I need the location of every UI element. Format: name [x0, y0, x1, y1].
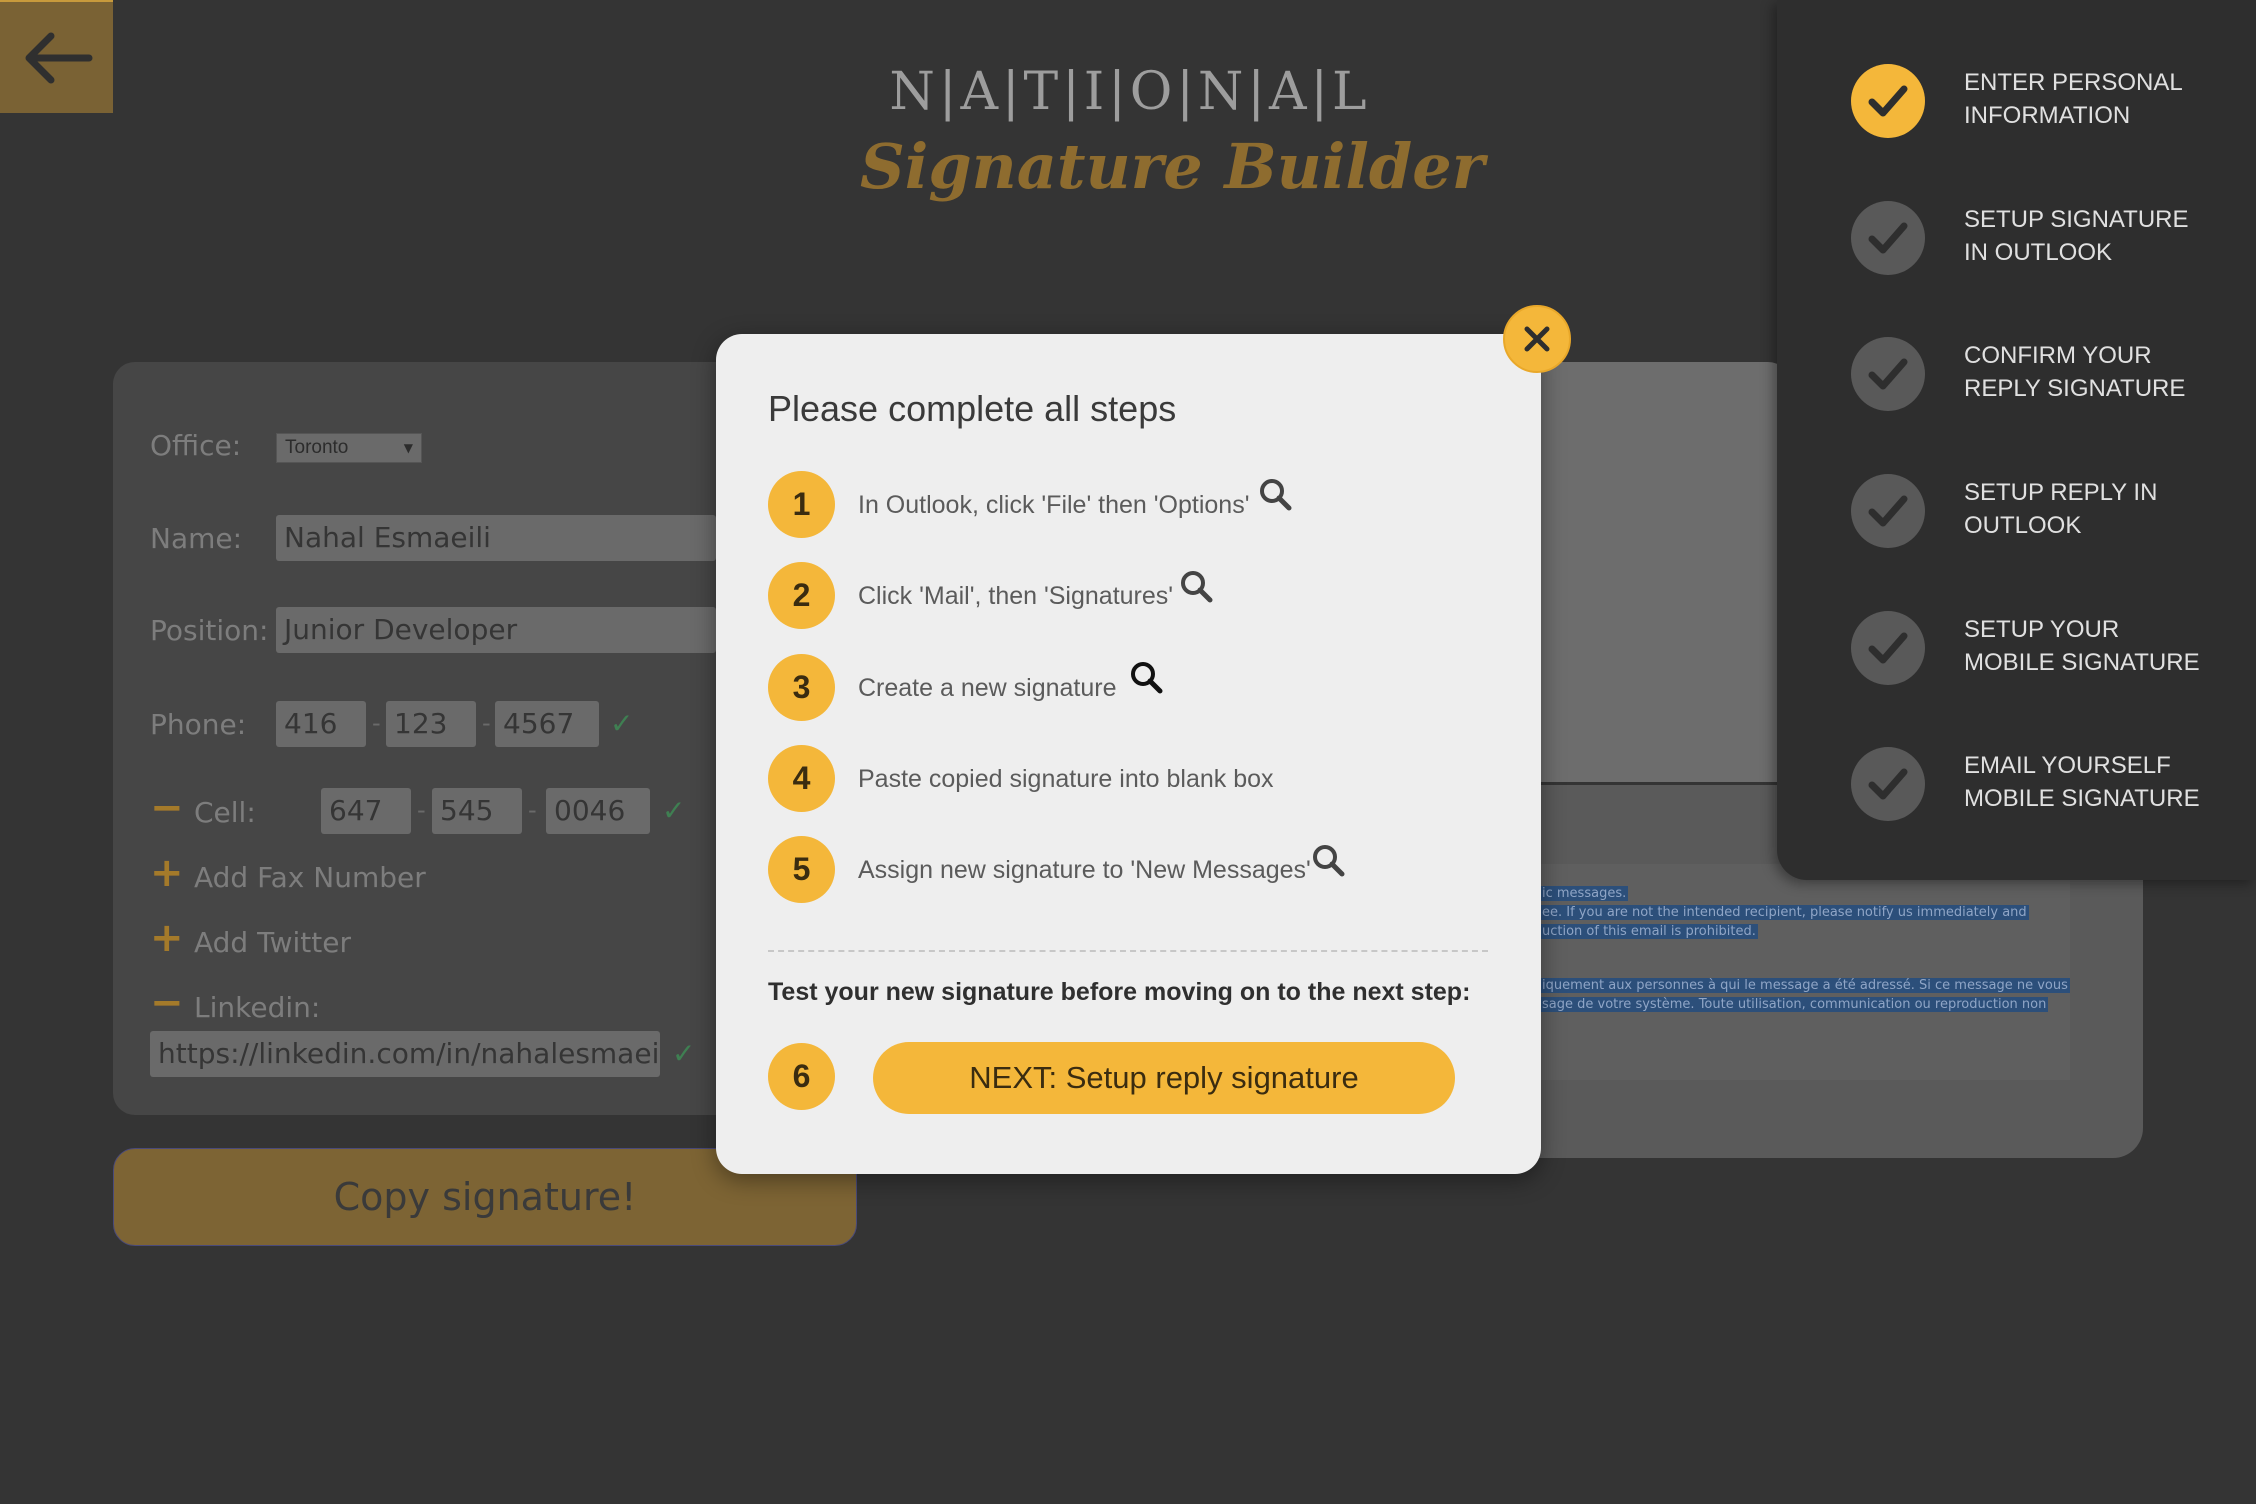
step-number-5: 5 — [768, 836, 835, 903]
step-check-icon — [1851, 201, 1925, 275]
sidebar-step-label: EMAIL YOURSELF MOBILE SIGNATURE — [1964, 752, 2200, 812]
step-check-icon — [1851, 337, 1925, 411]
phone-separator: - — [372, 709, 381, 737]
cell-area-input[interactable]: 647 — [321, 788, 411, 834]
phone-separator: - — [482, 709, 491, 737]
close-icon — [1524, 326, 1550, 352]
sidebar-step-label: CONFIRM YOUR REPLY SIGNATURE — [1964, 342, 2186, 402]
disclaimer-line: ee. If you are not the intended recipien… — [1540, 905, 2029, 920]
sidebar-step-label: SETUP SIGNATURE IN OUTLOOK — [1964, 206, 2189, 266]
position-input[interactable]: Junior Developer — [276, 607, 716, 653]
cell-separator: - — [417, 796, 426, 824]
disclaimer-line: uction of this email is prohibited. — [1540, 924, 1758, 939]
copy-signature-label: Copy signature! — [333, 1175, 637, 1219]
add-twitter-icon[interactable]: + — [150, 915, 184, 961]
cell-line-input[interactable]: 0046 — [546, 788, 650, 834]
step-check-icon — [1851, 747, 1925, 821]
step-number-1: 1 — [768, 471, 835, 538]
sidebar-step-label: ENTER PERSONAL INFORMATION — [1964, 69, 2183, 129]
modal-title: Please complete all steps — [768, 388, 1177, 429]
phone-valid-check-icon: ✓ — [610, 707, 634, 740]
arrow-left-icon — [25, 32, 92, 83]
add-twitter-link[interactable]: Add Twitter — [194, 926, 351, 959]
step-check-icon — [1851, 611, 1925, 685]
step-text-4: Paste copied signature into blank box — [858, 765, 1274, 793]
sidebar-step-5[interactable]: SETUP YOUR MOBILE SIGNATURE — [1777, 603, 2256, 693]
office-select-value: Toronto — [285, 437, 349, 458]
next-setup-reply-button[interactable]: NEXT: Setup reply signature — [873, 1042, 1455, 1114]
close-modal-button[interactable] — [1503, 305, 1571, 373]
name-label: Name: — [150, 522, 243, 555]
sidebar-step-1[interactable]: ENTER PERSONAL INFORMATION — [1777, 56, 2256, 146]
office-select[interactable]: Toronto ▼ — [276, 433, 422, 463]
remove-cell-icon[interactable]: − — [150, 785, 184, 831]
search-icon[interactable] — [1258, 477, 1292, 511]
step-number-6: 6 — [768, 1043, 835, 1110]
chevron-down-icon: ▼ — [403, 441, 413, 455]
phone-line-input[interactable]: 4567 — [495, 701, 599, 747]
remove-linkedin-icon[interactable]: − — [150, 980, 184, 1026]
phone-prefix-input[interactable]: 123 — [386, 701, 476, 747]
add-fax-icon[interactable]: + — [150, 850, 184, 896]
cell-valid-check-icon: ✓ — [662, 794, 686, 827]
linkedin-label: Linkedin: — [194, 991, 321, 1024]
name-input[interactable]: Nahal Esmaeili — [276, 515, 716, 561]
steps-sidebar: ENTER PERSONAL INFORMATION SETUP SIGNATU… — [1777, 0, 2256, 880]
back-button[interactable] — [0, 0, 113, 113]
step-number-3: 3 — [768, 654, 835, 721]
phone-label: Phone: — [150, 708, 247, 741]
step-complete-check-icon — [1851, 64, 1925, 138]
search-icon[interactable] — [1311, 843, 1345, 877]
test-signature-text: Test your new signature before moving on… — [768, 978, 1471, 1006]
cell-separator: - — [528, 796, 537, 824]
cell-label: Cell: — [194, 796, 256, 829]
phone-area-input[interactable]: 416 — [276, 701, 366, 747]
disclaimer-line: sage de votre système. Toute utilisation… — [1540, 997, 2049, 1012]
next-button-label: NEXT: Setup reply signature — [969, 1060, 1359, 1095]
signature-preview-panel — [1530, 362, 1790, 782]
add-fax-link[interactable]: Add Fax Number — [194, 861, 426, 894]
linkedin-input[interactable]: https://linkedin.com/in/nahalesmaeili — [150, 1031, 660, 1077]
brand-signature-builder: Signature Builder — [860, 130, 1485, 203]
sidebar-step-3[interactable]: CONFIRM YOUR REPLY SIGNATURE — [1777, 329, 2256, 419]
disclaimer-line: ic messages. — [1540, 886, 1629, 901]
step-check-icon — [1851, 474, 1925, 548]
brand-national: N|A|T|I|O|N|A|L — [889, 62, 1371, 122]
step-text-3: Create a new signature — [858, 674, 1117, 702]
disclaimer-preview-text: ic messages. ee. If you are not the inte… — [1540, 864, 2070, 1080]
step-text-5: Assign new signature to 'New Messages' — [858, 856, 1311, 884]
office-label: Office: — [150, 429, 242, 462]
modal-divider — [768, 950, 1488, 952]
disclaimer-line: iquement aux personnes à qui le message … — [1540, 978, 2070, 993]
sidebar-step-2[interactable]: SETUP SIGNATURE IN OUTLOOK — [1777, 193, 2256, 283]
search-icon[interactable] — [1179, 569, 1213, 603]
linkedin-valid-check-icon: ✓ — [672, 1037, 696, 1070]
step-number-4: 4 — [768, 745, 835, 812]
position-label: Position: — [150, 614, 269, 647]
step-number-2: 2 — [768, 562, 835, 629]
step-text-1: In Outlook, click 'File' then 'Options' — [858, 491, 1250, 519]
cell-prefix-input[interactable]: 545 — [432, 788, 522, 834]
sidebar-step-label: SETUP REPLY IN OUTLOOK — [1964, 479, 2158, 539]
sidebar-step-label: SETUP YOUR MOBILE SIGNATURE — [1964, 616, 2200, 676]
search-icon[interactable] — [1129, 660, 1163, 694]
sidebar-step-4[interactable]: SETUP REPLY IN OUTLOOK — [1777, 466, 2256, 556]
sidebar-step-6[interactable]: EMAIL YOURSELF MOBILE SIGNATURE — [1777, 739, 2256, 829]
step-text-2: Click 'Mail', then 'Signatures' — [858, 582, 1174, 610]
